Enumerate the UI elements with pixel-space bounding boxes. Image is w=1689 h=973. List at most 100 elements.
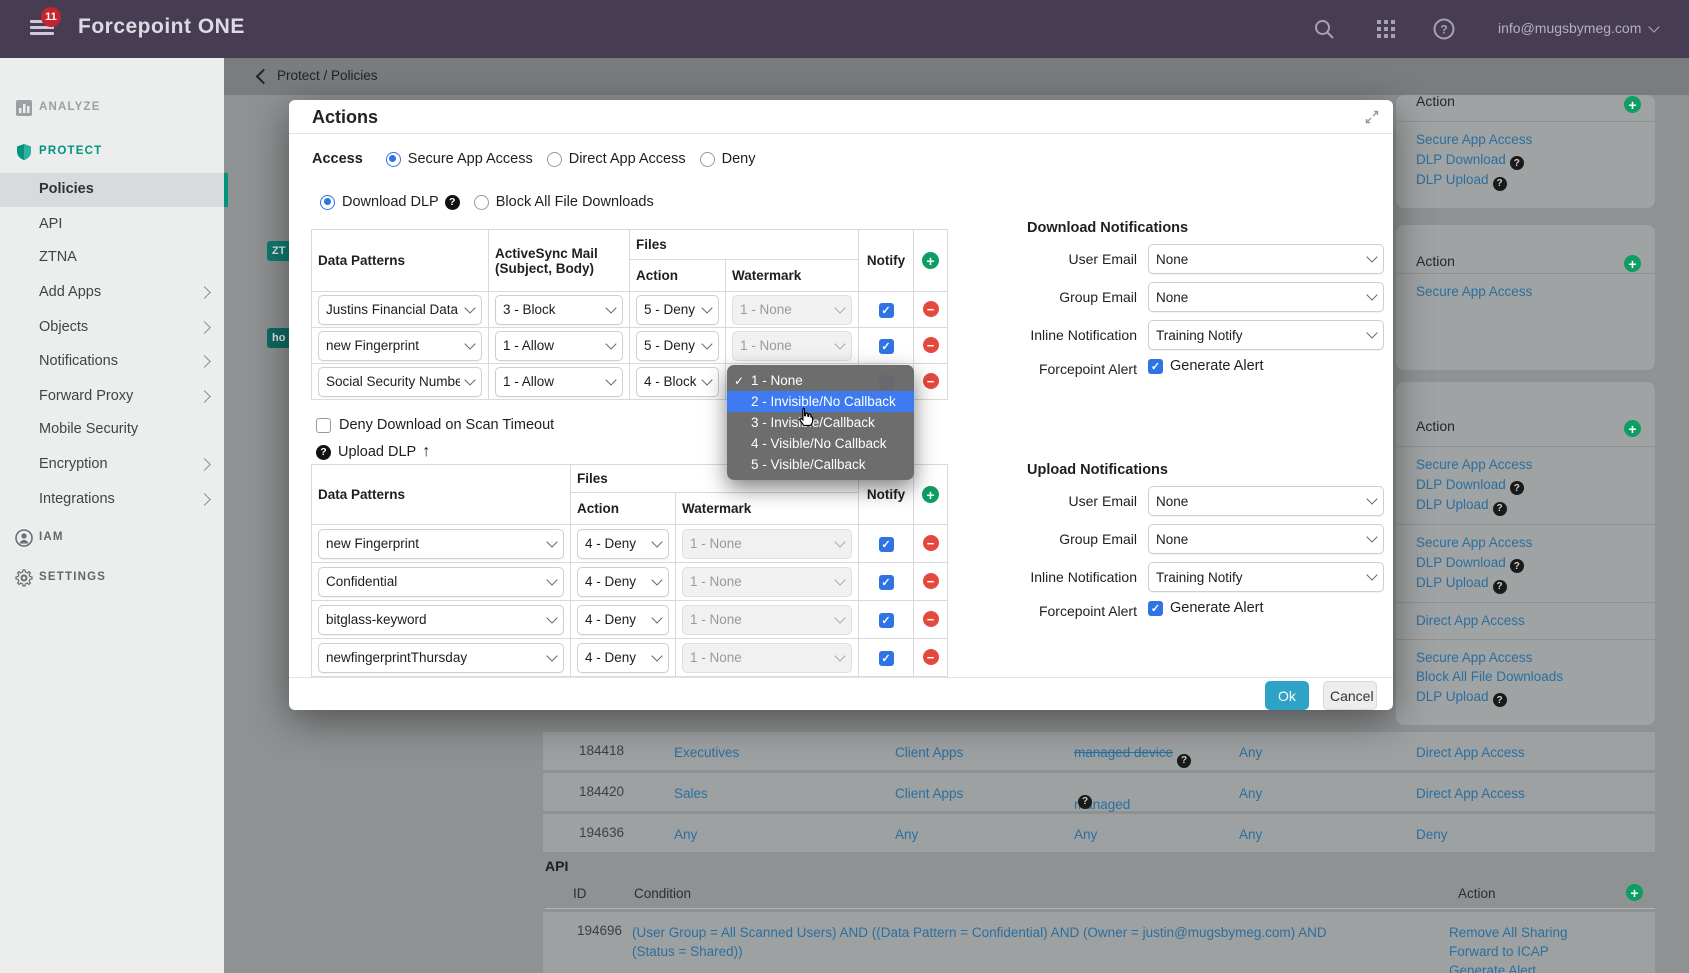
radio-secure-app-access[interactable] [386, 152, 401, 167]
row-link[interactable]: Any [1239, 825, 1262, 845]
radio-direct-app-access[interactable] [547, 152, 562, 167]
data-pattern-select[interactable]: newfingerprintThursday [318, 643, 564, 673]
activesync-select[interactable]: 3 - Block [495, 295, 623, 325]
watermark-select[interactable]: 1 - None [732, 331, 852, 361]
breadcrumb[interactable]: Protect / Policies [277, 68, 378, 83]
notify-checkbox[interactable]: ✓ [879, 303, 894, 318]
help-icon[interactable]: ? [1078, 795, 1092, 809]
row-link[interactable]: Client Apps [895, 743, 963, 763]
action-link[interactable]: DLP Upload? [1416, 687, 1655, 708]
notification-badge[interactable]: 11 [41, 7, 61, 27]
menu-item[interactable]: 4 - Visible/No Callback [727, 433, 914, 454]
sidebar-section-protect[interactable]: PROTECT [39, 145, 102, 157]
inline-notification-select[interactable]: Training Notify [1148, 562, 1384, 592]
menu-item[interactable]: 5 - Visible/Callback [727, 454, 914, 475]
action-link[interactable]: Secure App Access [1416, 648, 1655, 668]
row-condition-link[interactable]: (User Group = All Scanned Users) AND ((D… [632, 923, 1372, 961]
remove-row-icon[interactable]: − [923, 649, 939, 665]
row-link[interactable]: Any [1239, 743, 1262, 763]
add-action-icon[interactable]: + [1624, 255, 1641, 272]
row-action-link[interactable]: Forward to ICAP [1449, 942, 1549, 962]
app-grid-icon[interactable] [1374, 17, 1398, 41]
radio-block-all-downloads[interactable] [474, 195, 489, 210]
watermark-select[interactable]: 1 - None [682, 567, 852, 597]
notify-checkbox[interactable]: ✓ [879, 339, 894, 354]
account-menu[interactable]: info@mugsbymeg.com [1498, 20, 1658, 36]
add-row-icon[interactable]: + [922, 252, 939, 269]
help-icon[interactable]: ? [445, 195, 460, 210]
back-chevron-icon[interactable] [256, 69, 272, 85]
data-pattern-select[interactable]: bitglass-keyword [318, 605, 564, 635]
user-email-select[interactable]: None [1148, 244, 1384, 274]
help-icon[interactable]: ? [1493, 502, 1507, 516]
help-icon[interactable]: ? [1493, 693, 1507, 707]
action-link[interactable]: Secure App Access [1416, 282, 1655, 302]
action-link[interactable]: DLP Download? [1416, 150, 1655, 171]
inline-notification-select[interactable]: Training Notify [1148, 320, 1384, 350]
notify-checkbox[interactable]: ✓ [879, 537, 894, 552]
row-link[interactable]: managed device? [1074, 743, 1173, 763]
row-link[interactable]: Any [1239, 784, 1262, 804]
add-action-icon[interactable]: + [1626, 884, 1643, 901]
data-pattern-select[interactable]: new Fingerprint [318, 331, 482, 361]
help-icon[interactable]: ? [316, 445, 331, 460]
search-icon[interactable] [1312, 17, 1336, 41]
add-action-icon[interactable]: + [1624, 420, 1641, 437]
activesync-select[interactable]: 1 - Allow [495, 331, 623, 361]
sidebar-item-ztna[interactable]: ZTNA [39, 249, 77, 265]
menu-item[interactable]: 3 - Invisible/Callback [727, 412, 914, 433]
action-link[interactable]: Secure App Access [1416, 130, 1655, 150]
action-link[interactable]: DLP Upload? [1416, 495, 1655, 516]
remove-row-icon[interactable]: − [923, 573, 939, 589]
watermark-select[interactable]: 1 - None [682, 605, 852, 635]
group-email-select[interactable]: None [1148, 282, 1384, 312]
file-action-select[interactable]: 4 - Deny [577, 605, 669, 635]
help-icon[interactable]: ? [1510, 559, 1524, 573]
deny-scan-timeout-checkbox[interactable] [316, 418, 331, 433]
watermark-select[interactable]: 1 - None [732, 295, 852, 325]
action-link[interactable]: Secure App Access [1416, 455, 1655, 475]
help-icon[interactable]: ? [1493, 177, 1507, 191]
data-pattern-select[interactable]: Confidential [318, 567, 564, 597]
notify-checkbox[interactable]: ✓ [879, 575, 894, 590]
row-link[interactable]: Sales [674, 784, 708, 804]
radio-download-dlp[interactable] [320, 195, 335, 210]
generate-alert-checkbox[interactable]: ✓ [1148, 601, 1163, 616]
help-icon[interactable]: ? [1510, 481, 1524, 495]
menu-item[interactable]: ✓1 - None [727, 370, 914, 391]
notify-checkbox[interactable]: ✓ [879, 613, 894, 628]
row-action-link[interactable]: Remove All Sharing [1449, 923, 1568, 943]
sidebar-item-mobile-security[interactable]: Mobile Security [39, 421, 138, 437]
help-icon[interactable]: ? [1432, 17, 1456, 41]
action-link[interactable]: DLP Download? [1416, 475, 1655, 496]
menu-item-highlighted[interactable]: 2 - Invisible/No Callback [727, 391, 914, 412]
file-action-select[interactable]: 4 - Block [636, 367, 719, 397]
cancel-button[interactable]: Cancel [1323, 681, 1377, 710]
action-link[interactable]: DLP Download? [1416, 553, 1655, 574]
row-action-link[interactable]: Generate Alert [1449, 961, 1536, 973]
add-row-icon[interactable]: + [922, 486, 939, 503]
action-link[interactable]: Secure App Access [1416, 533, 1655, 553]
expand-icon[interactable] [1364, 109, 1380, 130]
data-pattern-select[interactable]: Justins Financial Data [318, 295, 482, 325]
notify-checkbox[interactable]: ✓ [879, 651, 894, 666]
generate-alert-checkbox[interactable]: ✓ [1148, 359, 1163, 374]
remove-row-icon[interactable]: − [923, 373, 939, 389]
group-email-select[interactable]: None [1148, 524, 1384, 554]
ok-button[interactable]: Ok [1265, 681, 1309, 710]
sidebar-section-analyze[interactable]: ANALYZE [39, 101, 101, 113]
sidebar-item-forward-proxy[interactable]: Forward Proxy [39, 388, 133, 404]
file-action-select[interactable]: 4 - Deny [577, 529, 669, 559]
activesync-select[interactable]: 1 - Allow [495, 367, 623, 397]
sidebar-item-policies[interactable]: Policies [39, 181, 94, 197]
remove-row-icon[interactable]: − [923, 611, 939, 627]
user-email-select[interactable]: None [1148, 486, 1384, 516]
row-link[interactable]: Executives [674, 743, 739, 763]
sidebar-item-api[interactable]: API [39, 216, 62, 232]
watermark-select[interactable]: 1 - None [682, 643, 852, 673]
add-action-icon[interactable]: + [1624, 96, 1641, 113]
action-link[interactable]: Block All File Downloads [1416, 667, 1655, 687]
file-action-select[interactable]: 4 - Deny [577, 567, 669, 597]
radio-deny[interactable] [700, 152, 715, 167]
watermark-select[interactable]: 1 - None [682, 529, 852, 559]
